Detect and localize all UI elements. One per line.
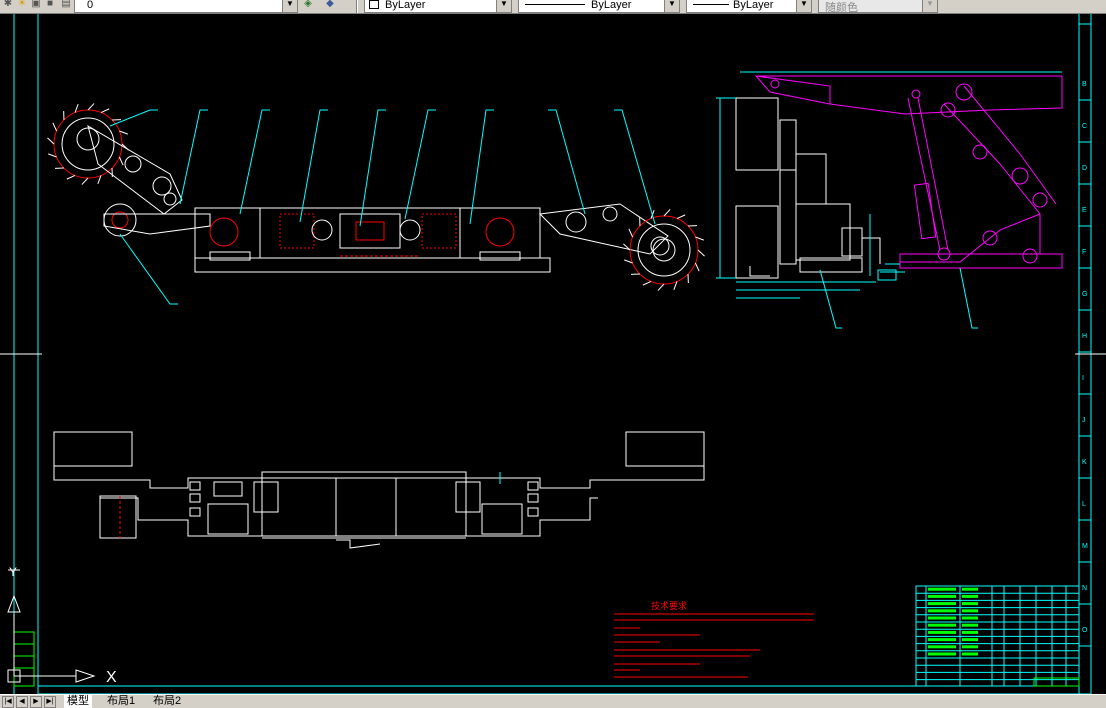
layer-dropdown[interactable]: 0 ▼: [74, 0, 298, 13]
bom-code: [928, 623, 956, 627]
ucs-x-label: X: [106, 669, 117, 686]
tab-layout2[interactable]: 布局2: [150, 695, 184, 708]
autocad-window: ✱ ☀ ▣ ■ ▤ 0 ▼ ◈ ◆ ByLayer ▼ ByLayer ▼ By…: [0, 0, 1106, 708]
make-current-layer-icon[interactable]: ◈: [302, 0, 314, 11]
ucs-y-label: Y: [9, 565, 17, 579]
plotstyle-dropdown: 随颜色 ▼: [818, 0, 938, 13]
prev-tab-icon[interactable]: ◀: [16, 696, 28, 708]
bom-name: [962, 645, 978, 649]
first-tab-icon[interactable]: |◀: [2, 696, 14, 708]
drum-tooth: [642, 280, 652, 286]
bom-code: [928, 630, 956, 634]
linetype-value: ByLayer: [591, 0, 632, 11]
layer-name: 0: [87, 0, 94, 11]
border-row-label: B: [1082, 81, 1087, 88]
bom-name: [962, 587, 978, 591]
border-row-label: L: [1082, 501, 1086, 508]
chevron-down-icon[interactable]: ▼: [664, 0, 679, 12]
drum-tooth: [66, 174, 76, 180]
drum-tooth: [676, 214, 686, 220]
lightbulb-icon[interactable]: ✱: [2, 0, 14, 11]
border-row-label: E: [1082, 207, 1087, 214]
bom-code: [928, 587, 956, 591]
layer-color-icon[interactable]: ■: [44, 0, 56, 11]
sun-icon[interactable]: ☀: [16, 0, 28, 11]
lock-icon[interactable]: ▣: [30, 0, 42, 11]
color-swatch: [369, 0, 379, 9]
bom-name: [962, 609, 978, 613]
bom-code: [928, 638, 956, 642]
drum-tooth: [694, 262, 700, 272]
bom-code: [928, 609, 956, 613]
bom-name: [962, 630, 978, 634]
drum-tooth: [52, 122, 58, 132]
bom-name: [962, 652, 978, 656]
left-margin-marks: [8, 569, 35, 687]
lineweight-value: ByLayer: [733, 0, 774, 11]
toolbar-separator: [356, 0, 358, 13]
border-row-label: K: [1082, 459, 1087, 466]
bom-code: [928, 616, 956, 620]
border-row-label: F: [1082, 249, 1086, 256]
drum-tooth: [663, 209, 671, 217]
color-value: ByLayer: [385, 0, 426, 11]
color-dropdown[interactable]: ByLayer ▼: [364, 0, 512, 13]
title-block: [915, 585, 1080, 687]
bom-name: [962, 616, 978, 620]
drawing-frame: [13, 14, 1092, 694]
drum-tooth: [81, 177, 89, 185]
drawing-canvas[interactable]: B C D E F G H I J K L M N O 技术要求 X Y: [0, 14, 1106, 694]
bom-name: [962, 602, 978, 606]
border-row-label: D: [1082, 165, 1087, 172]
layer-status-icon[interactable]: ▤: [60, 0, 72, 11]
bom-code: [928, 645, 956, 649]
bom-code: [928, 594, 956, 598]
balloon-leaders: [109, 109, 656, 305]
lineweight-sample: [693, 4, 729, 5]
drawing-svg[interactable]: B C D E F G H I J K L M N O 技术要求 X Y: [0, 14, 1106, 694]
shearer-plan-view: [53, 431, 705, 549]
drum-tooth: [118, 156, 124, 166]
linetype-dropdown[interactable]: ByLayer ▼: [518, 0, 680, 13]
border-row-label: M: [1082, 543, 1088, 550]
chevron-down-icon[interactable]: ▼: [282, 0, 297, 12]
border-row-labels: B C D E F G H I J K L M N O: [1079, 81, 1091, 647]
chevron-down-icon[interactable]: ▼: [496, 0, 511, 12]
border-row-label: G: [1082, 291, 1087, 298]
lineweight-dropdown[interactable]: ByLayer ▼: [686, 0, 812, 13]
shearer-side-view: [47, 103, 705, 291]
layer-previous-icon[interactable]: ◆: [324, 0, 336, 11]
border-row-label: C: [1082, 123, 1087, 130]
layout-tab-bar: |◀ ◀ ▶ ▶| 模型 布局1 布局2: [0, 694, 1106, 708]
drum-tooth: [628, 228, 634, 238]
last-tab-icon[interactable]: ▶|: [44, 696, 56, 708]
tab-layout1[interactable]: 布局1: [104, 695, 138, 708]
border-row-label: J: [1082, 417, 1086, 424]
border-row-label: I: [1082, 375, 1084, 382]
drum-tooth: [87, 103, 95, 111]
chevron-down-icon[interactable]: ▼: [796, 0, 811, 12]
notes-title: 技术要求: [651, 600, 687, 611]
ucs-icon: [7, 594, 96, 683]
drum-tooth: [697, 249, 705, 257]
linetype-sample: [525, 4, 585, 5]
bom-name: [962, 638, 978, 642]
tab-model[interactable]: 模型: [64, 695, 92, 708]
chevron-down-icon: ▼: [922, 0, 937, 12]
technical-notes: 技术要求: [614, 600, 814, 678]
bom-name: [962, 594, 978, 598]
drum-tooth: [47, 137, 55, 145]
properties-toolbar: ✱ ☀ ▣ ■ ▤ 0 ▼ ◈ ◆ ByLayer ▼ ByLayer ▼ By…: [0, 0, 1106, 14]
bom-code: [928, 652, 956, 656]
plotstyle-value: 随颜色: [825, 2, 858, 14]
border-row-label: H: [1082, 333, 1087, 340]
border-row-label: N: [1082, 585, 1087, 592]
next-tab-icon[interactable]: ▶: [30, 696, 42, 708]
bom-code: [928, 602, 956, 606]
drum-tooth: [100, 108, 110, 114]
drum-tooth: [657, 283, 665, 291]
bom-name: [962, 623, 978, 627]
shearer-end-view: [716, 71, 1063, 329]
border-row-label: O: [1082, 627, 1088, 634]
